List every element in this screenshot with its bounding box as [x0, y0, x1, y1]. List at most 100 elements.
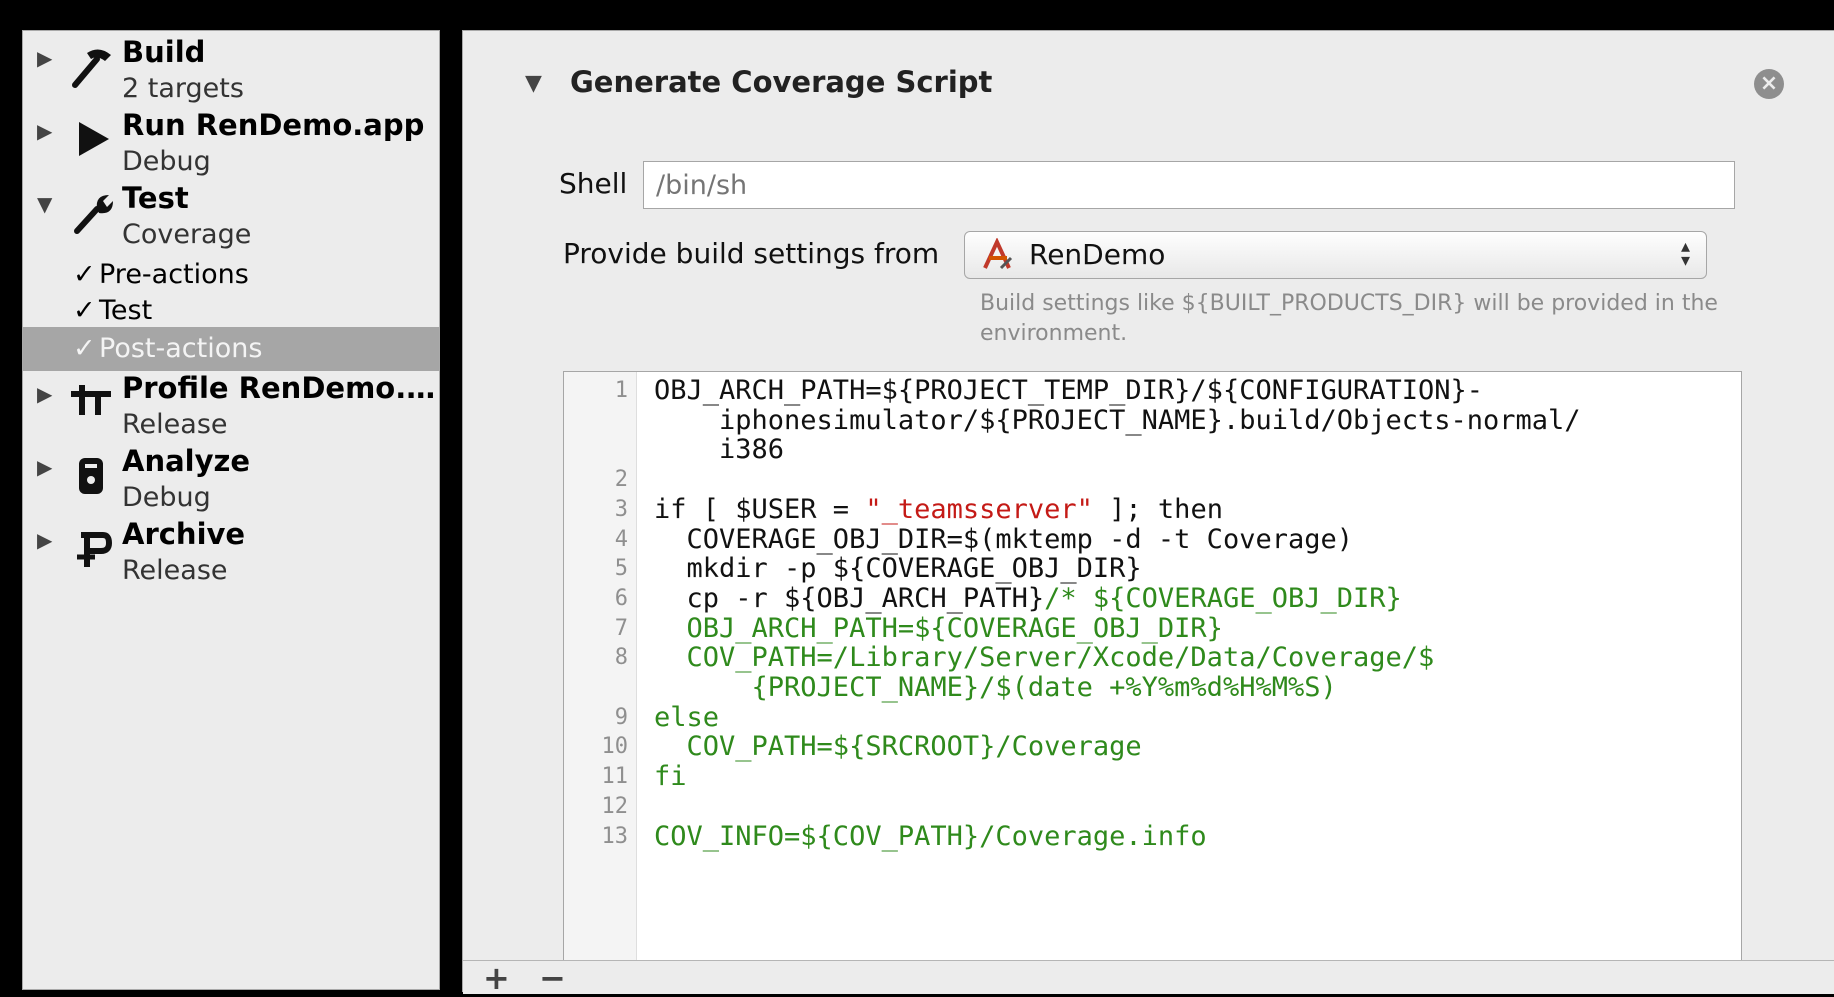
disclosure-triangle-icon[interactable]: ▶: [37, 47, 59, 69]
code-line[interactable]: 5 mkdir -p ${COVERAGE_OBJ_DIR}: [564, 554, 1741, 584]
remove-action-button[interactable]: −: [539, 959, 566, 997]
line-number: 9: [614, 704, 628, 730]
code-text: COV_INFO=${COV_PATH}/Coverage.info: [654, 821, 1207, 852]
action-name: Analyze: [122, 444, 251, 478]
code-line[interactable]: 6 cp -r ${OBJ_ARCH_PATH}/* ${COVERAGE_OB…: [564, 582, 1741, 614]
sidebar-item-archive[interactable]: ▶ Archive Release: [23, 513, 439, 593]
archive-icon: [77, 532, 113, 567]
phase-label: Post-actions: [99, 333, 263, 364]
line-number: 1: [614, 378, 628, 403]
code-token: OBJ_ARCH_PATH=${PROJECT_TEMP_DIR}/${CONF…: [654, 375, 1484, 406]
code-token: "_teamsserver": [865, 493, 1093, 525]
phase-label: Pre-actions: [99, 259, 249, 290]
code-token: i386: [654, 434, 785, 466]
action-name: Run RenDemo.app: [122, 108, 425, 142]
code-token: fi: [654, 761, 687, 793]
code-text: fi: [654, 762, 687, 792]
action-subtitle: Release: [122, 555, 228, 586]
code-token: COV_PATH=/Library/Server/Xcode/Data/Cove…: [654, 642, 1435, 674]
code-token: if [ $USER =: [654, 493, 866, 525]
code-text: else: [654, 702, 719, 733]
code-token: COVERAGE_OBJ_DIR=$(mktemp -d -t Coverage…: [654, 523, 1353, 555]
line-number: 12: [601, 793, 629, 819]
code-line[interactable]: {PROJECT_NAME}/$(date +%Y%m%d%H%M%S): [564, 673, 1741, 703]
wrench-icon: [74, 195, 113, 234]
sidebar-item-build[interactable]: ▶ Build 2 targets: [23, 31, 439, 111]
line-number: 7: [614, 615, 628, 641]
code-line[interactable]: 8 COV_PATH=/Library/Server/Xcode/Data/Co…: [564, 643, 1741, 673]
code-line[interactable]: 13 COV_INFO=${COV_PATH}/Coverage.info: [564, 821, 1741, 852]
code-text: {PROJECT_NAME}/$(date +%Y%m%d%H%M%S): [654, 673, 1337, 703]
close-icon[interactable]: ×: [1754, 69, 1784, 99]
code-line[interactable]: 1 OBJ_ARCH_PATH=${PROJECT_TEMP_DIR}/${CON…: [564, 376, 1741, 406]
shell-input[interactable]: [643, 161, 1735, 209]
code-token: mkdir -p ${COVERAGE_OBJ_DIR}: [654, 553, 1142, 585]
code-line[interactable]: 4 COVERAGE_OBJ_DIR=$(mktemp -d -t Covera…: [564, 523, 1741, 555]
code-text: mkdir -p ${COVERAGE_OBJ_DIR}: [654, 554, 1142, 584]
line-number: 5: [614, 556, 628, 582]
popup-stepper-icon: ▴ ▾: [1680, 236, 1690, 271]
line-number: 10: [601, 734, 629, 760]
line-number: 6: [614, 585, 628, 611]
section-disclosure-icon[interactable]: ▼: [525, 71, 542, 96]
test-phase-post-actions[interactable]: ✓ Post-actions: [23, 327, 439, 371]
sidebar-item-run[interactable]: ▶ Run RenDemo.app Debug: [23, 104, 439, 184]
hammer-icon: [72, 49, 111, 88]
code-line[interactable]: 2: [564, 465, 1741, 495]
xcode-app-icon: [983, 238, 1013, 270]
code-line[interactable]: 12: [564, 792, 1741, 822]
code-token: OBJ_ARCH_PATH=${COVERAGE_OBJ_DIR}: [654, 612, 1223, 644]
sidebar-item-profile[interactable]: ▶ Profile RenDemo.… Release: [23, 367, 439, 447]
action-subtitle: 2 targets: [122, 73, 244, 104]
line-number: 3: [614, 496, 628, 522]
code-text: i386: [654, 435, 784, 465]
action-subtitle: Debug: [122, 146, 211, 177]
checkmark-icon: ✓: [73, 333, 96, 364]
bottom-toolbar: + −: [463, 959, 1834, 997]
code-token: ]; then: [1092, 493, 1223, 525]
sidebar-item-test[interactable]: ▼ Test Coverage: [23, 177, 439, 257]
disclosure-triangle-icon[interactable]: ▶: [37, 456, 59, 478]
shell-label: Shell: [559, 167, 628, 200]
post-action-detail-pane: ▼ Generate Coverage Script × Shell Provi…: [462, 30, 1834, 997]
action-subtitle: Release: [122, 409, 228, 440]
code-token: cp -r ${OBJ_ARCH_PATH}: [654, 582, 1045, 614]
analyze-icon: [79, 458, 103, 494]
action-name: Profile RenDemo.…: [122, 371, 436, 405]
code-text: cp -r ${OBJ_ARCH_PATH}/* ${COVERAGE_OBJ_…: [654, 582, 1402, 614]
add-action-button[interactable]: +: [483, 959, 510, 997]
line-number: 4: [614, 526, 628, 552]
action-subtitle: Coverage: [122, 219, 252, 250]
provide-build-settings-label: Provide build settings from: [563, 237, 940, 270]
disclosure-triangle-icon[interactable]: ▶: [37, 120, 59, 142]
line-number: 8: [614, 645, 628, 671]
code-line[interactable]: 10 COV_PATH=${SRCROOT}/Coverage: [564, 732, 1741, 762]
build-settings-target-select[interactable]: RenDemo ▴ ▾: [964, 231, 1707, 279]
code-line[interactable]: 9 else: [564, 702, 1741, 733]
code-line[interactable]: 11 fi: [564, 762, 1741, 792]
code-line[interactable]: i386: [564, 435, 1741, 465]
code-text: OBJ_ARCH_PATH=${PROJECT_TEMP_DIR}/${CONF…: [654, 376, 1483, 406]
line-number: 13: [601, 823, 629, 849]
code-line[interactable]: iphonesimulator/${PROJECT_NAME}.build/Ob…: [564, 404, 1741, 436]
disclosure-triangle-expanded-icon[interactable]: ▼: [37, 193, 59, 215]
code-text: COVERAGE_OBJ_DIR=$(mktemp -d -t Coverage…: [654, 523, 1353, 555]
code-line[interactable]: 3 if [ $USER = "_teamsserver" ]; then: [564, 493, 1741, 525]
disclosure-triangle-icon[interactable]: ▶: [37, 529, 59, 551]
play-icon: [79, 122, 109, 156]
code-text: iphonesimulator/${PROJECT_NAME}.build/Ob…: [654, 404, 1581, 436]
code-token: /* ${COVERAGE_OBJ_DIR}: [1044, 582, 1402, 614]
selected-target: RenDemo: [1029, 238, 1166, 271]
code-line[interactable]: 7 OBJ_ARCH_PATH=${COVERAGE_OBJ_DIR}: [564, 612, 1741, 644]
sidebar-item-analyze[interactable]: ▶ Analyze Debug: [23, 440, 439, 520]
build-settings-hint: Build settings like ${BUILT_PRODUCTS_DIR…: [980, 291, 1718, 346]
script-editor[interactable]: 1 OBJ_ARCH_PATH=${PROJECT_TEMP_DIR}/${CON…: [563, 371, 1742, 961]
code-text: if [ $USER = "_teamsserver" ]; then: [654, 493, 1223, 525]
action-name: Test: [122, 181, 189, 215]
line-number: 11: [601, 764, 629, 790]
code-text: COV_PATH=/Library/Server/Xcode/Data/Cove…: [654, 642, 1435, 674]
section-title: Generate Coverage Script: [570, 65, 993, 99]
disclosure-triangle-icon[interactable]: ▶: [37, 383, 59, 405]
action-name: Archive: [122, 517, 246, 551]
code-token: iphonesimulator/${PROJECT_NAME}.build/Ob…: [654, 404, 1581, 436]
